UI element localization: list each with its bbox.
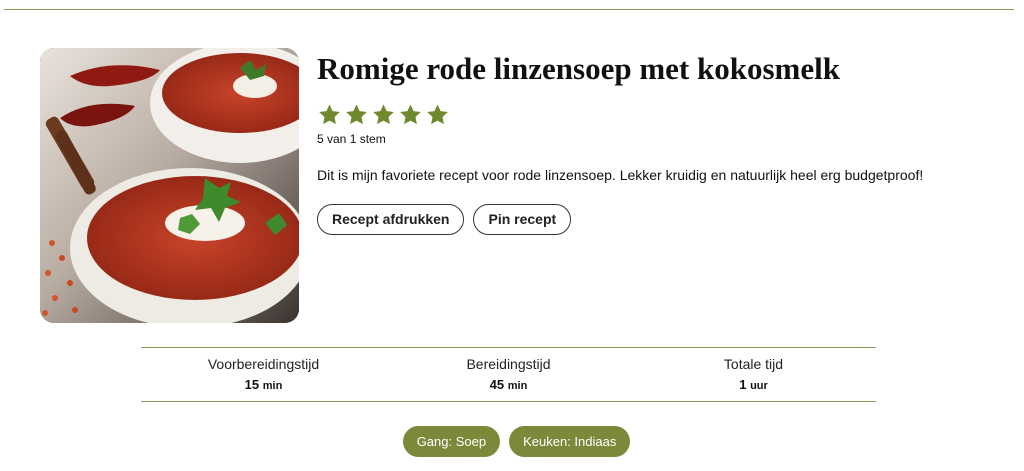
recipe-image [40, 48, 299, 323]
recipe-times: Voorbereidingstijd 15 min Bereidingstijd… [141, 347, 876, 402]
time-unit: min [507, 380, 528, 392]
time-unit: min [262, 380, 283, 392]
star-icon[interactable] [344, 103, 369, 127]
cook-time: Bereidingstijd 45 min [386, 348, 631, 401]
time-number: 45 [489, 377, 505, 392]
star-icon[interactable] [425, 103, 450, 127]
rating-count: 5 van 1 stem [317, 132, 386, 146]
pin-recipe-button[interactable]: Pin recept [473, 204, 572, 235]
recipe-tags: Gang: Soep Keuken: Indiaas [0, 426, 1024, 457]
time-number: 15 [244, 377, 260, 392]
star-icon[interactable] [398, 103, 423, 127]
recipe-title: Romige rode linzensoep met kokosmelk [317, 51, 840, 86]
star-icon[interactable] [317, 103, 342, 127]
time-value: 1 uur [631, 376, 876, 395]
time-number: 1 [739, 377, 747, 392]
tag-course[interactable]: Gang: Soep [402, 426, 501, 457]
time-value: 45 min [386, 376, 631, 395]
time-label: Bereidingstijd [466, 356, 551, 372]
total-time: Totale tijd 1 uur [631, 348, 876, 401]
prep-time: Voorbereidingstijd 15 min [141, 348, 386, 401]
top-divider [4, 9, 1014, 10]
time-label: Voorbereidingstijd [207, 356, 320, 372]
recipe-actions: Recept afdrukken Pin recept [317, 204, 572, 235]
time-label: Totale tijd [723, 356, 784, 372]
star-rating[interactable] [317, 103, 450, 127]
time-unit: uur [750, 380, 768, 392]
time-value: 15 min [141, 376, 386, 395]
star-icon[interactable] [371, 103, 396, 127]
recipe-summary: Dit is mijn favoriete recept voor rode l… [317, 167, 924, 183]
tag-cuisine[interactable]: Keuken: Indiaas [509, 426, 631, 457]
print-recipe-button[interactable]: Recept afdrukken [317, 204, 465, 235]
